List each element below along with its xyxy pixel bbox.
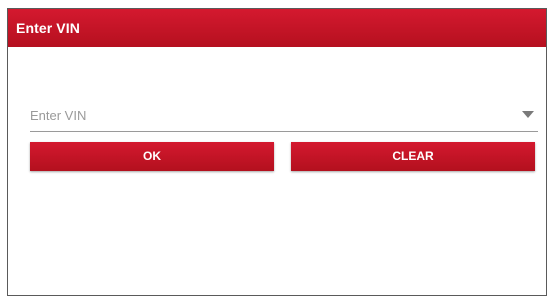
ok-button[interactable]: OK bbox=[30, 142, 274, 171]
vin-field-row bbox=[30, 99, 538, 132]
clear-button[interactable]: CLEAR bbox=[291, 142, 535, 171]
vin-input[interactable] bbox=[30, 105, 500, 125]
enter-vin-dialog: Enter VIN OK CLEAR bbox=[7, 8, 547, 296]
dialog-title: Enter VIN bbox=[16, 20, 80, 36]
chevron-down-icon[interactable] bbox=[522, 111, 534, 118]
dialog-titlebar: Enter VIN bbox=[8, 9, 546, 47]
